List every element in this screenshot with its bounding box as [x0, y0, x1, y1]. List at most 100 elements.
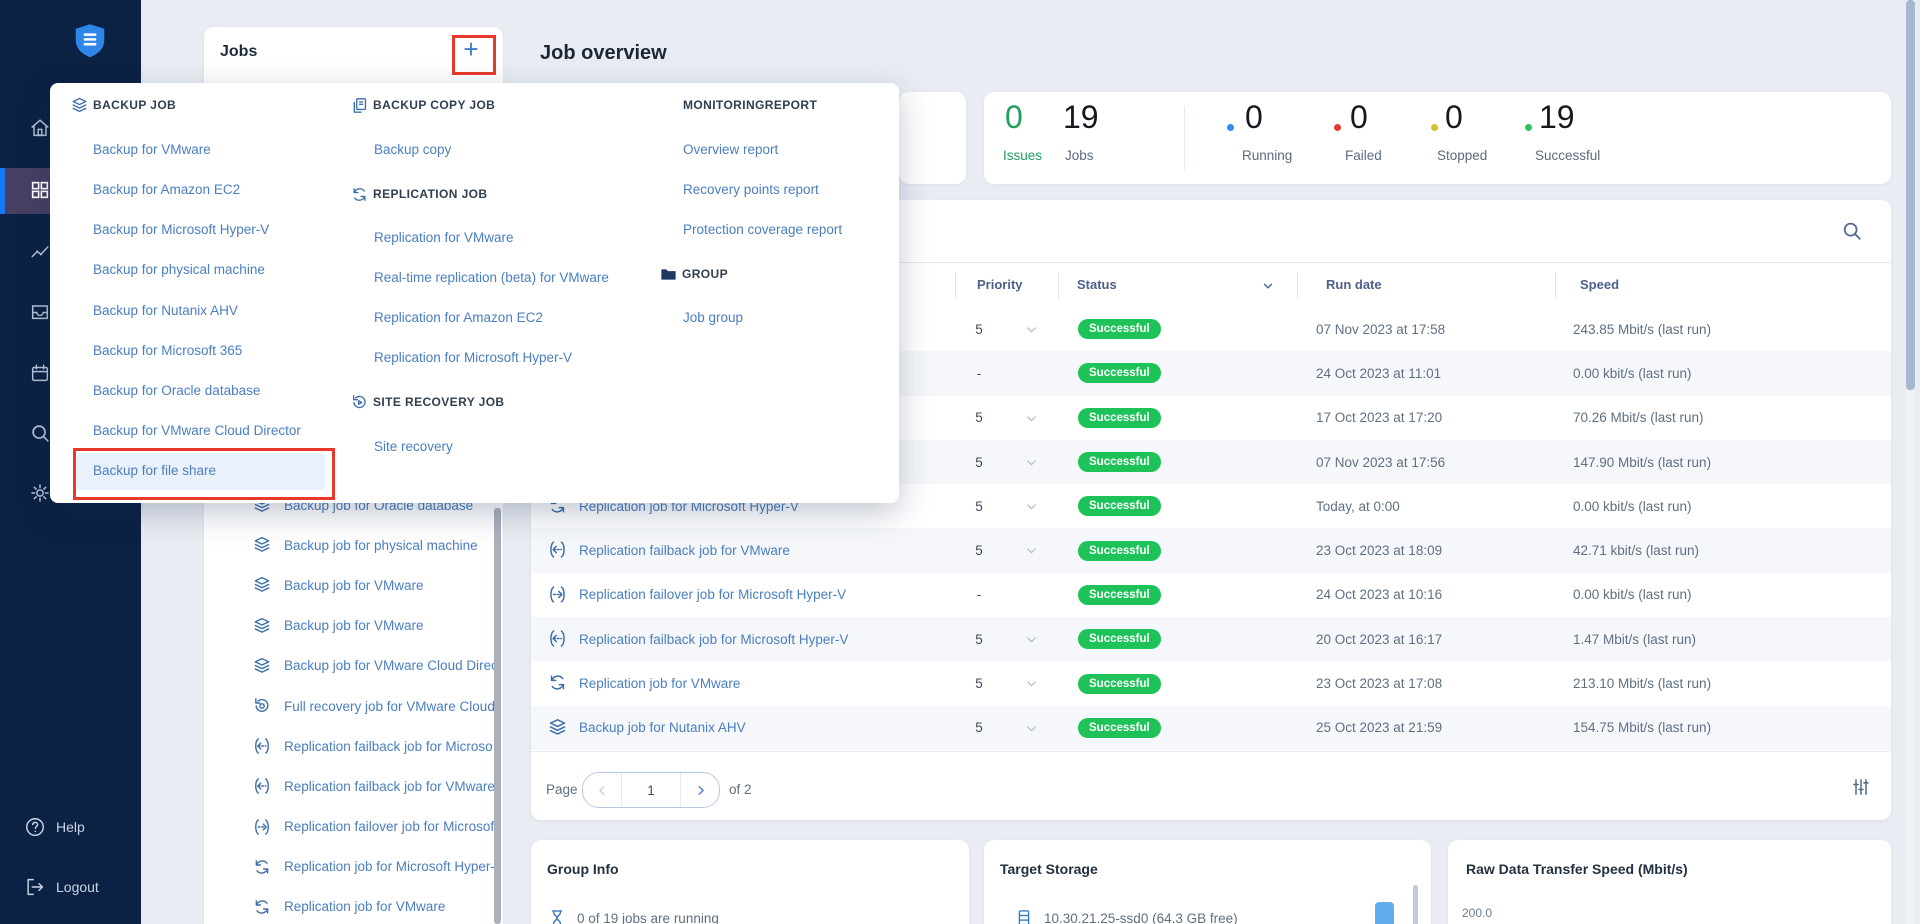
priority-value: 5 [968, 528, 990, 572]
copy-job-icon [350, 96, 369, 115]
menu-item[interactable]: Overview report [683, 130, 778, 170]
stopped-label: Stopped [1437, 148, 1487, 163]
jobs-panel-scrollbar[interactable] [494, 508, 501, 924]
table-row[interactable]: Replication failover job for Microsoft H… [531, 573, 1891, 617]
jobs-list-item[interactable]: Backup job for VMware [204, 565, 503, 605]
menu-item[interactable]: Protection coverage report [683, 210, 842, 250]
priority-chevron-icon[interactable] [1025, 323, 1038, 336]
menu-section-header: SITE RECOVERY JOB [350, 390, 505, 414]
menu-item[interactable]: Real-time replication (beta) for VMware [374, 258, 609, 298]
active-nav-indicator [0, 168, 5, 214]
priority-chevron-icon[interactable] [1025, 633, 1038, 646]
priority-chevron-icon[interactable] [1025, 500, 1038, 513]
menu-item[interactable]: Replication for Amazon EC2 [374, 298, 543, 338]
run-date-header[interactable]: Run date [1326, 277, 1382, 292]
menu-item[interactable]: Backup for Microsoft Hyper-V [93, 210, 269, 250]
search-icon[interactable] [1841, 220, 1863, 242]
menu-item[interactable]: Backup for Oracle database [93, 371, 260, 411]
priority-value: 5 [968, 617, 990, 661]
menu-section-header: GROUP [659, 262, 728, 286]
menu-item[interactable]: Backup for physical machine [93, 250, 265, 290]
job-name-link[interactable]: Replication failover job for Microsoft H… [579, 573, 846, 617]
run-date-value: 07 Nov 2023 at 17:58 [1316, 307, 1445, 351]
speed-value: 154.75 Mbit/s (last run) [1573, 706, 1711, 750]
priority-chevron-icon[interactable] [1025, 412, 1038, 425]
menu-item[interactable]: Replication for VMware [374, 218, 514, 258]
jobs-list-item[interactable]: Full recovery job for VMware Cloud [204, 686, 503, 726]
speed-value: 243.85 Mbit/s (last run) [1573, 307, 1711, 351]
logout-button[interactable]: Logout [24, 876, 99, 898]
menu-item[interactable]: Job group [683, 298, 743, 338]
menu-item[interactable]: Site recovery [374, 427, 453, 467]
run-date-value: Today, at 0:00 [1316, 484, 1400, 528]
priority-chevron-icon[interactable] [1025, 456, 1038, 469]
pagination-control [582, 772, 720, 808]
status-badge: Successful [1078, 718, 1161, 738]
menu-item[interactable]: Recovery points report [683, 170, 819, 210]
failed-dot [1334, 124, 1341, 131]
menu-section-header: BACKUP JOB [70, 93, 176, 117]
menu-item[interactable]: Backup for VMware [93, 130, 211, 170]
menu-item[interactable]: Backup copy [374, 130, 451, 170]
page-input[interactable] [621, 773, 681, 807]
table-row[interactable]: Replication failback job for VMware5Succ… [531, 528, 1891, 572]
menu-item[interactable]: Backup for Amazon EC2 [93, 170, 240, 210]
priority-chevron-icon[interactable] [1025, 677, 1038, 690]
table-row[interactable]: Backup job for Nutanix AHV5Successful25 … [531, 706, 1891, 750]
backup-job-icon [252, 575, 272, 595]
table-row[interactable]: Replication job for VMware5Successful23 … [531, 661, 1891, 705]
run-date-value: 07 Nov 2023 at 17:56 [1316, 440, 1445, 484]
target-storage-item[interactable]: 10.30.21.25-ssd0 (64.3 GB free) [1044, 911, 1238, 924]
jobs-label: Jobs [1065, 148, 1094, 163]
priority-header[interactable]: Priority [977, 277, 1023, 292]
target-storage-scrollbar[interactable] [1413, 885, 1418, 924]
jobs-list-item[interactable]: Replication job for VMware [204, 887, 503, 924]
jobs-list-item[interactable]: Backup job for VMware [204, 606, 503, 646]
page-scrollbar-thumb[interactable] [1906, 0, 1915, 390]
status-header[interactable]: Status [1077, 277, 1117, 292]
job-name-link[interactable]: Replication failback job for VMware [579, 528, 790, 572]
failback-job-icon [547, 628, 568, 649]
speed-header[interactable]: Speed [1580, 277, 1619, 292]
help-button[interactable]: Help [24, 816, 85, 838]
failback-job-icon [547, 539, 568, 560]
menu-item[interactable]: Backup for VMware Cloud Director [93, 411, 301, 451]
status-badge: Successful [1078, 496, 1161, 516]
menu-item[interactable]: Replication for Microsoft Hyper-V [374, 338, 572, 378]
speed-value: 0.00 kbit/s (last run) [1573, 484, 1692, 528]
table-row[interactable]: Replication failback job for Microsoft H… [531, 617, 1891, 661]
job-name-link[interactable]: Replication failback job for Microsoft H… [579, 617, 848, 661]
storage-server-icon [1014, 908, 1034, 924]
prev-page-button[interactable] [583, 773, 621, 807]
help-label: Help [56, 819, 85, 835]
jobs-list-item[interactable]: Replication failover job for Microsof [204, 807, 503, 847]
table-settings-sliders-icon[interactable] [1851, 777, 1871, 797]
veeam-console-screen: Help Logout Jobs + Backup job for Oracle… [0, 0, 1920, 924]
column-divider [955, 272, 956, 298]
priority-value: 5 [968, 661, 990, 705]
menu-section-title: GROUP [682, 267, 728, 281]
menu-section-title: MONITORINGREPORT [683, 98, 817, 112]
job-name-link[interactable]: Replication job for VMware [579, 661, 740, 705]
priority-value: - [968, 573, 990, 617]
jobs-list-item[interactable]: Replication failback job for Microso [204, 726, 503, 766]
page-scrollbar-track[interactable] [1906, 0, 1915, 924]
annotation-box-file-share [73, 448, 335, 500]
job-name-link[interactable]: Backup job for Nutanix AHV [579, 706, 746, 750]
failover-job-icon [547, 584, 568, 605]
jobs-list-item[interactable]: Backup job for VMware Cloud Direc [204, 646, 503, 686]
menu-item[interactable]: Backup for Nutanix AHV [93, 291, 238, 331]
priority-value: 5 [968, 440, 990, 484]
menu-section-title: BACKUP JOB [93, 98, 176, 112]
menu-item[interactable]: Backup for Microsoft 365 [93, 331, 242, 371]
failover-job-icon [252, 817, 272, 837]
priority-chevron-icon[interactable] [1025, 544, 1038, 557]
priority-chevron-icon[interactable] [1025, 722, 1038, 735]
jobs-list-item[interactable]: Replication failback job for VMware [204, 766, 503, 806]
run-date-value: 20 Oct 2023 at 16:17 [1316, 617, 1442, 661]
menu-section-title: REPLICATION JOB [373, 187, 487, 201]
next-page-button[interactable] [681, 773, 719, 807]
status-filter-chevron-icon[interactable] [1261, 279, 1275, 293]
jobs-list-item[interactable]: Backup job for physical machine [204, 525, 503, 565]
jobs-list-item[interactable]: Replication job for Microsoft Hyper- [204, 847, 503, 887]
